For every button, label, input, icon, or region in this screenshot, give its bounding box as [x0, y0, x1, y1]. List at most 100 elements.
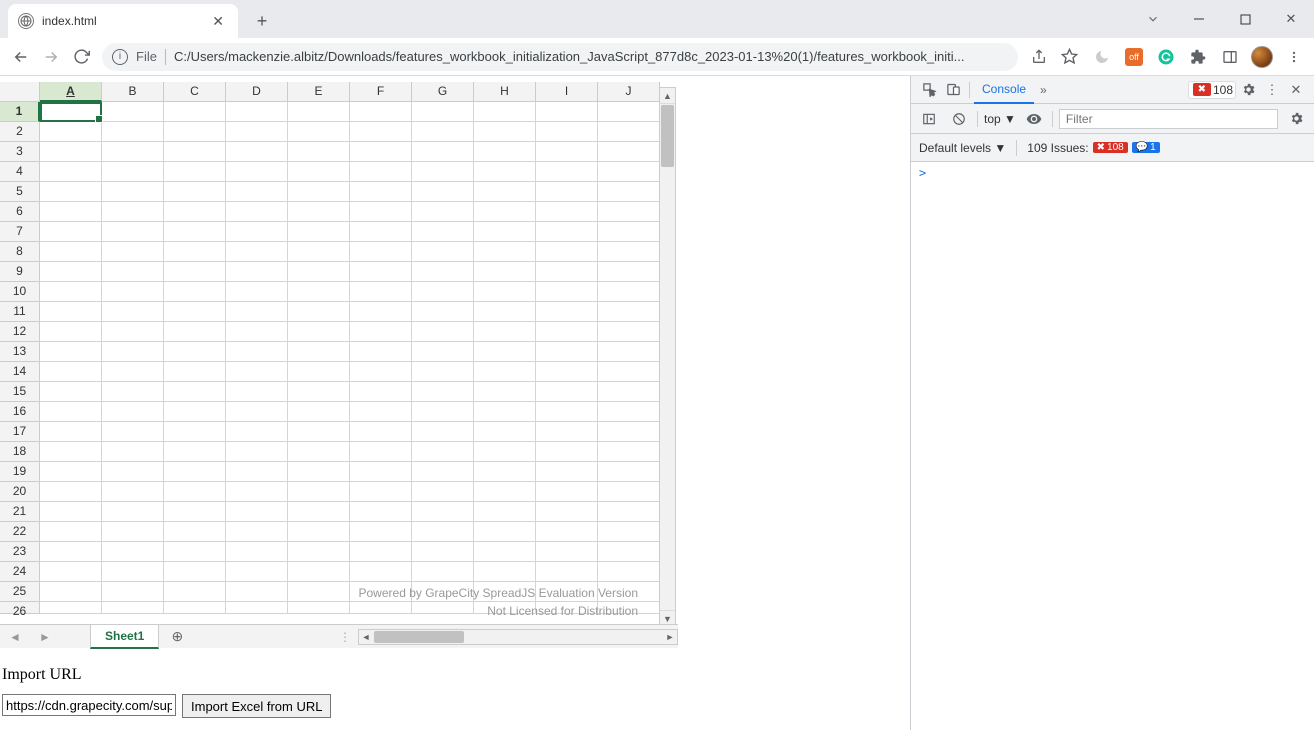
tab-nav-prev-icon[interactable]: ◄ — [0, 630, 30, 644]
cell[interactable] — [412, 422, 474, 442]
cell[interactable] — [536, 342, 598, 362]
cell[interactable] — [102, 282, 164, 302]
cell[interactable] — [40, 542, 102, 562]
add-sheet-button[interactable]: ⊕ — [159, 628, 195, 645]
cell[interactable] — [412, 322, 474, 342]
cell[interactable] — [412, 402, 474, 422]
cell[interactable] — [412, 262, 474, 282]
cell[interactable] — [598, 202, 660, 222]
clear-console-icon[interactable] — [947, 107, 971, 131]
row-header[interactable]: 7 — [0, 222, 40, 242]
cell[interactable] — [598, 542, 660, 562]
cell[interactable] — [40, 342, 102, 362]
cell[interactable] — [102, 242, 164, 262]
cell[interactable] — [288, 402, 350, 422]
row-header[interactable]: 3 — [0, 142, 40, 162]
cell[interactable] — [40, 182, 102, 202]
cell[interactable] — [288, 462, 350, 482]
cell[interactable] — [40, 502, 102, 522]
log-levels-selector[interactable]: Default levels ▼ — [919, 141, 1006, 155]
cell[interactable] — [164, 562, 226, 582]
cell[interactable] — [102, 222, 164, 242]
row-header[interactable]: 25 — [0, 582, 40, 602]
horizontal-scrollbar[interactable]: ◄ ► — [358, 629, 678, 645]
cell[interactable] — [40, 422, 102, 442]
cell[interactable] — [164, 482, 226, 502]
cell[interactable] — [536, 242, 598, 262]
row-header[interactable]: 20 — [0, 482, 40, 502]
browser-tab[interactable]: index.html ✕ — [8, 4, 238, 38]
cell[interactable] — [164, 182, 226, 202]
row-header[interactable]: 10 — [0, 282, 40, 302]
cell[interactable] — [412, 222, 474, 242]
cell[interactable] — [474, 362, 536, 382]
cell[interactable] — [412, 462, 474, 482]
cell[interactable] — [164, 202, 226, 222]
column-header[interactable]: D — [226, 82, 288, 102]
cell[interactable] — [412, 102, 474, 122]
cell[interactable] — [412, 182, 474, 202]
cell[interactable] — [474, 122, 536, 142]
cell[interactable] — [412, 522, 474, 542]
cell[interactable] — [412, 482, 474, 502]
cell[interactable] — [164, 602, 226, 614]
cell[interactable] — [288, 162, 350, 182]
select-all-corner[interactable] — [0, 82, 40, 102]
profile-avatar[interactable] — [1248, 43, 1276, 71]
cell[interactable] — [350, 382, 412, 402]
cell[interactable] — [598, 122, 660, 142]
cell[interactable] — [226, 502, 288, 522]
address-bar[interactable]: i File C:/Users/mackenzie.albitz/Downloa… — [102, 43, 1018, 71]
cell[interactable] — [102, 202, 164, 222]
cell[interactable] — [164, 102, 226, 122]
cell[interactable] — [226, 162, 288, 182]
column-header[interactable]: H — [474, 82, 536, 102]
cell[interactable] — [288, 442, 350, 462]
cell[interactable] — [598, 242, 660, 262]
cell[interactable] — [536, 482, 598, 502]
sheet-tab[interactable]: Sheet1 — [90, 625, 159, 649]
cell[interactable] — [474, 502, 536, 522]
cell[interactable] — [474, 462, 536, 482]
column-header[interactable]: E — [288, 82, 350, 102]
cell[interactable] — [350, 422, 412, 442]
cell[interactable] — [598, 282, 660, 302]
cell[interactable] — [350, 522, 412, 542]
cell[interactable] — [164, 142, 226, 162]
cell[interactable] — [164, 162, 226, 182]
cell[interactable] — [474, 142, 536, 162]
cell[interactable] — [350, 142, 412, 162]
cell[interactable] — [598, 522, 660, 542]
cell[interactable] — [102, 502, 164, 522]
cell[interactable] — [598, 422, 660, 442]
cell[interactable] — [226, 222, 288, 242]
cell[interactable] — [102, 402, 164, 422]
column-header[interactable]: C — [164, 82, 226, 102]
devtools-settings-icon[interactable] — [1236, 78, 1260, 102]
row-header[interactable]: 9 — [0, 262, 40, 282]
console-filter-input[interactable] — [1059, 109, 1278, 129]
cell[interactable] — [474, 302, 536, 322]
cell[interactable] — [164, 362, 226, 382]
maximize-button[interactable] — [1222, 4, 1268, 34]
cell[interactable] — [102, 102, 164, 122]
cell[interactable] — [164, 442, 226, 462]
cell[interactable] — [102, 262, 164, 282]
cell[interactable] — [226, 462, 288, 482]
cell[interactable] — [288, 482, 350, 502]
cell[interactable] — [350, 262, 412, 282]
cell[interactable] — [474, 402, 536, 422]
side-panel-icon[interactable] — [1216, 43, 1244, 71]
cell[interactable] — [474, 522, 536, 542]
cell[interactable] — [536, 122, 598, 142]
cell[interactable] — [474, 542, 536, 562]
cell[interactable] — [226, 202, 288, 222]
row-header[interactable]: 5 — [0, 182, 40, 202]
cell[interactable] — [226, 322, 288, 342]
row-header[interactable]: 4 — [0, 162, 40, 182]
row-header[interactable]: 16 — [0, 402, 40, 422]
column-header[interactable]: G — [412, 82, 474, 102]
cell[interactable] — [102, 562, 164, 582]
cell[interactable] — [412, 362, 474, 382]
cell[interactable] — [598, 442, 660, 462]
